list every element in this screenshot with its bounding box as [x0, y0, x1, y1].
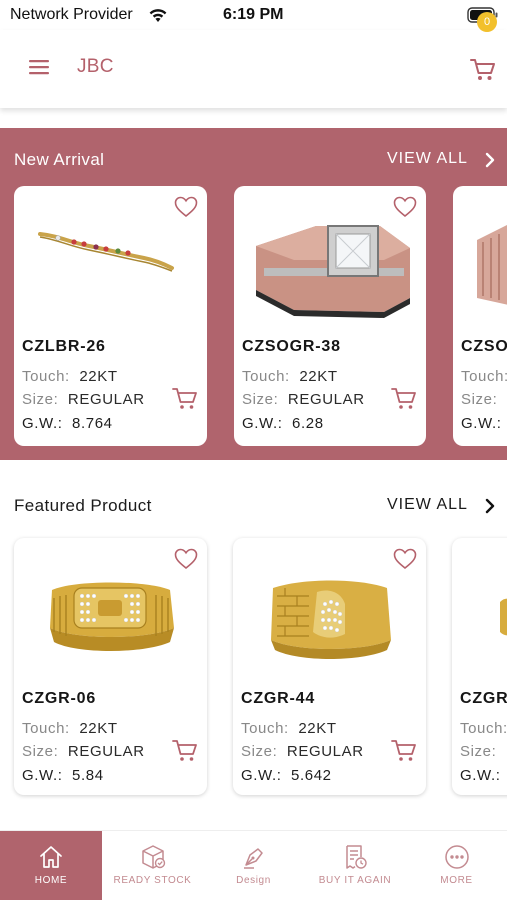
product-code: CZGR-44 — [241, 690, 316, 707]
cart-icon[interactable] — [468, 54, 498, 84]
size-label: Size: REGULAR — [22, 391, 145, 408]
size-label: Size: — [461, 391, 498, 408]
gw-label: G.W.: 8.764 — [22, 415, 113, 432]
hamburger-menu-icon[interactable] — [27, 57, 51, 77]
touch-label: Touch: — [460, 720, 507, 737]
touch-value: 22KT — [79, 368, 118, 385]
size-label: Size: REGULAR — [241, 743, 364, 760]
ring-image — [256, 225, 410, 318]
product-code: CZGR — [460, 690, 507, 707]
nav-ready-stock[interactable]: READY STOCK — [102, 831, 203, 900]
more-dots-icon — [444, 845, 469, 869]
gw-label: G.W.: 6.28 — [242, 415, 324, 432]
gw-label: G.W.: 5.84 — [22, 767, 104, 784]
app-title: JBC — [77, 56, 114, 77]
receipt-clock-icon — [346, 845, 367, 869]
size-value: REGULAR — [287, 391, 365, 408]
product-code: CZGR-06 — [22, 690, 97, 707]
nav-design[interactable]: Design — [203, 831, 304, 900]
product-card[interactable]: CZGR-44 Touch: 22KT Size: REGULAR G.W.: … — [233, 538, 426, 795]
gold-ring-image — [500, 598, 507, 636]
nav-label: HOME — [34, 875, 68, 886]
touch-label: Touch: 22KT — [22, 720, 118, 737]
carrier-label: Network Provider — [10, 6, 133, 23]
touch-value: 22KT — [79, 720, 118, 737]
app-screen: Network Provider 6:19 PM JBC 0 New Arriv — [0, 0, 507, 900]
gw-label: G.W.: 5.642 — [241, 767, 332, 784]
gold-ring-image — [50, 582, 174, 651]
ring-image — [477, 225, 507, 305]
size-value: REGULAR — [67, 391, 145, 408]
cart-count-badge: 0 — [477, 12, 497, 32]
product-card[interactable]: CZGR Touch: Size: G.W.: — [452, 538, 507, 795]
box-check-icon — [141, 845, 165, 869]
home-icon — [40, 846, 62, 868]
nav-more[interactable]: MORE — [406, 831, 507, 900]
add-to-cart-icon[interactable] — [390, 738, 418, 764]
gw-value: 5.642 — [291, 767, 332, 784]
featured-view-all-button[interactable]: VIEW ALL — [387, 496, 468, 514]
touch-value: 22KT — [298, 720, 337, 737]
add-to-cart-icon[interactable] — [171, 738, 199, 764]
bracelet-image — [38, 232, 174, 272]
gw-value: 8.764 — [72, 415, 113, 432]
product-card[interactable]: CZSOGR-38 Touch: 22KT Size: REGULAR G.W.… — [234, 186, 426, 446]
touch-label: Touch: 22KT — [22, 368, 118, 385]
product-card[interactable]: CZGR-06 Touch: 22KT Size: REGULAR G.W.: … — [14, 538, 207, 795]
nav-label: BUY IT AGAIN — [318, 875, 392, 886]
touch-label: Touch: 22KT — [242, 368, 338, 385]
touch-value: 22KT — [299, 368, 338, 385]
new-arrival-title: New Arrival — [14, 150, 105, 169]
status-bar: Network Provider 6:19 PM — [0, 0, 507, 30]
gold-ring-image — [271, 580, 391, 659]
chevron-right-icon[interactable] — [484, 498, 496, 514]
product-code: CZSO — [461, 338, 507, 355]
product-card[interactable]: CZLBR-26 Touch: 22KT Size: REGULAR G.W.:… — [14, 186, 207, 446]
touch-label: Touch: — [461, 368, 507, 385]
product-code: CZSOGR-38 — [242, 338, 341, 355]
chevron-right-icon[interactable] — [484, 152, 496, 168]
touch-label: Touch: 22KT — [241, 720, 337, 737]
nav-home[interactable]: HOME — [0, 831, 102, 900]
add-to-cart-icon[interactable] — [390, 386, 418, 412]
product-code: CZLBR-26 — [22, 338, 106, 355]
add-to-cart-icon[interactable] — [171, 386, 199, 412]
new-arrival-view-all-button[interactable]: VIEW ALL — [387, 150, 468, 168]
gw-value: 5.84 — [72, 767, 104, 784]
size-value: REGULAR — [67, 743, 145, 760]
wifi-icon — [149, 9, 167, 22]
size-label: Size: — [460, 743, 497, 760]
new-arrival-section: New Arrival VIEW ALL CZLBR-26 Touch: 22K… — [0, 128, 507, 460]
gw-label: G.W.: — [461, 415, 502, 432]
nav-label: MORE — [440, 875, 473, 886]
gw-label: G.W.: — [460, 767, 501, 784]
featured-title: Featured Product — [14, 496, 152, 515]
clock-label: 6:19 PM — [223, 6, 284, 23]
nav-buy-it-again[interactable]: BUY IT AGAIN — [304, 831, 406, 900]
bottom-navigation: HOME READY STOCK Design BUY IT AGAIN MOR… — [0, 830, 507, 900]
gw-value: 6.28 — [292, 415, 324, 432]
product-card[interactable]: CZSO Touch: Size: G.W.: — [453, 186, 507, 446]
size-label: Size: REGULAR — [242, 391, 365, 408]
pen-nib-icon — [243, 848, 263, 869]
nav-label: Design — [236, 875, 271, 886]
nav-label: READY STOCK — [113, 875, 192, 886]
size-label: Size: REGULAR — [22, 743, 145, 760]
size-value: REGULAR — [286, 743, 364, 760]
app-header: JBC 0 — [0, 12, 507, 108]
